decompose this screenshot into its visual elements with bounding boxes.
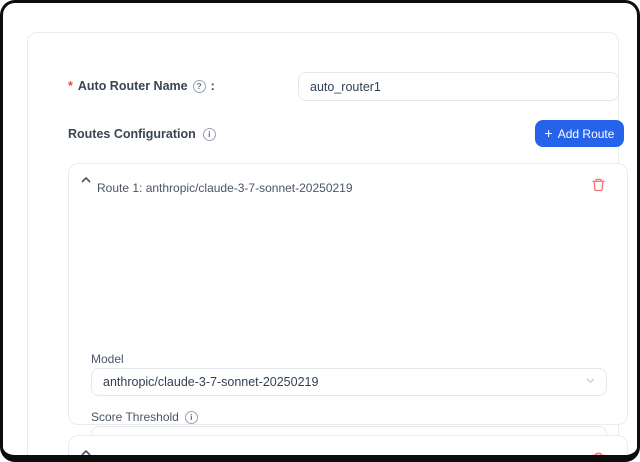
model-label-text: Model: [91, 352, 124, 366]
route-2-title: Route 2: azure_ai/gpt-4o: [97, 456, 229, 462]
score-threshold-label-text: Score Threshold: [91, 410, 179, 424]
info-circle-icon[interactable]: i: [185, 411, 198, 424]
chevron-up-icon[interactable]: [80, 446, 92, 458]
route-1-header: Route 1: anthropic/claude-3-7-sonnet-202…: [69, 164, 627, 204]
auto-router-name-input[interactable]: [298, 72, 619, 101]
label-colon: :: [211, 79, 215, 93]
route-1-title: Route 1: anthropic/claude-3-7-sonnet-202…: [97, 181, 353, 195]
add-route-button[interactable]: + Add Route: [535, 120, 624, 147]
routes-configuration-label: Routes Configuration i: [68, 127, 217, 141]
chevron-up-icon[interactable]: [80, 173, 92, 185]
question-circle-icon[interactable]: ?: [193, 80, 206, 93]
trash-icon: [591, 451, 606, 462]
delete-route-2-button[interactable]: [591, 451, 606, 462]
routes-configuration-label-text: Routes Configuration: [68, 127, 196, 141]
info-circle-icon[interactable]: i: [203, 128, 216, 141]
plus-icon: +: [545, 126, 553, 140]
required-asterisk: *: [68, 79, 73, 93]
model-label: Model: [91, 352, 124, 366]
auto-router-form-card: * Auto Router Name ? : Routes Configurat…: [27, 32, 619, 462]
trash-icon: [591, 177, 606, 193]
model-select-value: anthropic/claude-3-7-sonnet-20250219: [103, 375, 318, 389]
auto-router-name-label-text: Auto Router Name: [78, 79, 188, 93]
route-panel-2: Route 2: azure_ai/gpt-4o: [68, 435, 628, 462]
auto-router-name-label: * Auto Router Name ? :: [68, 79, 215, 93]
add-route-button-label: Add Route: [558, 127, 615, 141]
delete-route-1-button[interactable]: [591, 177, 606, 193]
chevron-down-icon: [585, 375, 596, 389]
route-2-header: Route 2: azure_ai/gpt-4o: [69, 436, 627, 462]
app-window: * Auto Router Name ? : Routes Configurat…: [0, 0, 640, 462]
score-threshold-label: Score Threshold i: [91, 410, 199, 424]
route-panel-1: Route 1: anthropic/claude-3-7-sonnet-202…: [68, 163, 628, 425]
model-select[interactable]: anthropic/claude-3-7-sonnet-20250219: [91, 368, 607, 396]
